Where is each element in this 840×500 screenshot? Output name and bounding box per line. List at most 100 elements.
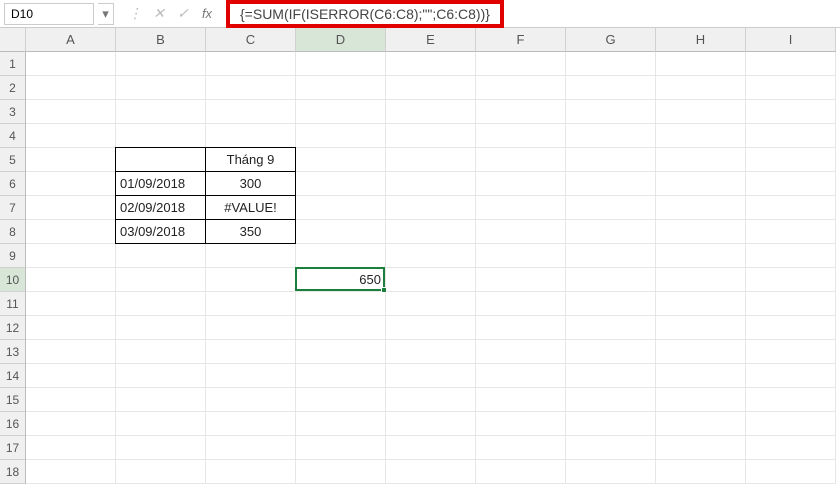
cell-E17[interactable] [386,436,476,460]
row-header-12[interactable]: 12 [0,316,26,340]
column-header-I[interactable]: I [746,28,836,52]
cell-H17[interactable] [656,436,746,460]
cell-H7[interactable] [656,196,746,220]
column-header-H[interactable]: H [656,28,746,52]
cell-D1[interactable] [296,52,386,76]
cell-A13[interactable] [26,340,116,364]
column-header-A[interactable]: A [26,28,116,52]
row-header-9[interactable]: 9 [0,244,26,268]
cell-F17[interactable] [476,436,566,460]
cell-I4[interactable] [746,124,836,148]
cell-F16[interactable] [476,412,566,436]
cell-G2[interactable] [566,76,656,100]
cell-G17[interactable] [566,436,656,460]
cell-H12[interactable] [656,316,746,340]
cell-C9[interactable] [206,244,296,268]
cell-B18[interactable] [116,460,206,484]
cell-F3[interactable] [476,100,566,124]
cell-E14[interactable] [386,364,476,388]
row-header-17[interactable]: 17 [0,436,26,460]
cell-G1[interactable] [566,52,656,76]
row-header-16[interactable]: 16 [0,412,26,436]
cell-D9[interactable] [296,244,386,268]
cell-F4[interactable] [476,124,566,148]
cell-F2[interactable] [476,76,566,100]
cell-C4[interactable] [206,124,296,148]
cell-G6[interactable] [566,172,656,196]
cell-C2[interactable] [206,76,296,100]
cell-E9[interactable] [386,244,476,268]
row-header-13[interactable]: 13 [0,340,26,364]
cell-B8[interactable]: 03/09/2018 [115,219,206,244]
cell-A10[interactable] [26,268,116,292]
cell-D4[interactable] [296,124,386,148]
cell-H11[interactable] [656,292,746,316]
cell-A5[interactable] [26,148,116,172]
cell-D18[interactable] [296,460,386,484]
cell-I1[interactable] [746,52,836,76]
cell-I6[interactable] [746,172,836,196]
cell-C17[interactable] [206,436,296,460]
cell-F6[interactable] [476,172,566,196]
cell-H3[interactable] [656,100,746,124]
cell-F12[interactable] [476,316,566,340]
enter-icon[interactable]: ✓ [174,5,192,22]
row-header-2[interactable]: 2 [0,76,26,100]
cell-A18[interactable] [26,460,116,484]
row-header-4[interactable]: 4 [0,124,26,148]
cell-A11[interactable] [26,292,116,316]
column-header-G[interactable]: G [566,28,656,52]
cell-F9[interactable] [476,244,566,268]
column-header-D[interactable]: D [296,28,386,52]
cell-B13[interactable] [116,340,206,364]
cell-H18[interactable] [656,460,746,484]
column-header-F[interactable]: F [476,28,566,52]
cell-D8[interactable] [296,220,386,244]
cell-D14[interactable] [296,364,386,388]
cell-G8[interactable] [566,220,656,244]
cell-C12[interactable] [206,316,296,340]
cell-I11[interactable] [746,292,836,316]
cell-D5[interactable] [296,148,386,172]
cell-B1[interactable] [116,52,206,76]
cell-B15[interactable] [116,388,206,412]
cell-E11[interactable] [386,292,476,316]
cell-B2[interactable] [116,76,206,100]
cell-G9[interactable] [566,244,656,268]
cell-H13[interactable] [656,340,746,364]
row-header-5[interactable]: 5 [0,148,26,172]
cell-H15[interactable] [656,388,746,412]
cell-B16[interactable] [116,412,206,436]
cell-A3[interactable] [26,100,116,124]
cell-A4[interactable] [26,124,116,148]
cell-H16[interactable] [656,412,746,436]
cell-C7[interactable]: #VALUE! [205,195,296,220]
cell-D7[interactable] [296,196,386,220]
column-header-B[interactable]: B [116,28,206,52]
cell-D17[interactable] [296,436,386,460]
cell-G13[interactable] [566,340,656,364]
cell-H10[interactable] [656,268,746,292]
row-header-7[interactable]: 7 [0,196,26,220]
cell-B9[interactable] [116,244,206,268]
cell-E10[interactable] [386,268,476,292]
cell-I9[interactable] [746,244,836,268]
cell-F18[interactable] [476,460,566,484]
cell-D10[interactable]: 650 [296,268,386,292]
cell-D11[interactable] [296,292,386,316]
cell-G18[interactable] [566,460,656,484]
row-header-8[interactable]: 8 [0,220,26,244]
cell-C8[interactable]: 350 [205,219,296,244]
spreadsheet-grid[interactable]: ABCDEFGHI12345Tháng 9601/09/2018300702/0… [0,28,840,484]
cell-I12[interactable] [746,316,836,340]
cell-E2[interactable] [386,76,476,100]
cell-I14[interactable] [746,364,836,388]
cell-C5[interactable]: Tháng 9 [205,147,296,172]
cell-G4[interactable] [566,124,656,148]
row-header-11[interactable]: 11 [0,292,26,316]
cell-B5[interactable] [115,147,206,172]
cell-B7[interactable]: 02/09/2018 [115,195,206,220]
name-box[interactable]: D10 [4,3,94,25]
cell-H4[interactable] [656,124,746,148]
cell-H6[interactable] [656,172,746,196]
